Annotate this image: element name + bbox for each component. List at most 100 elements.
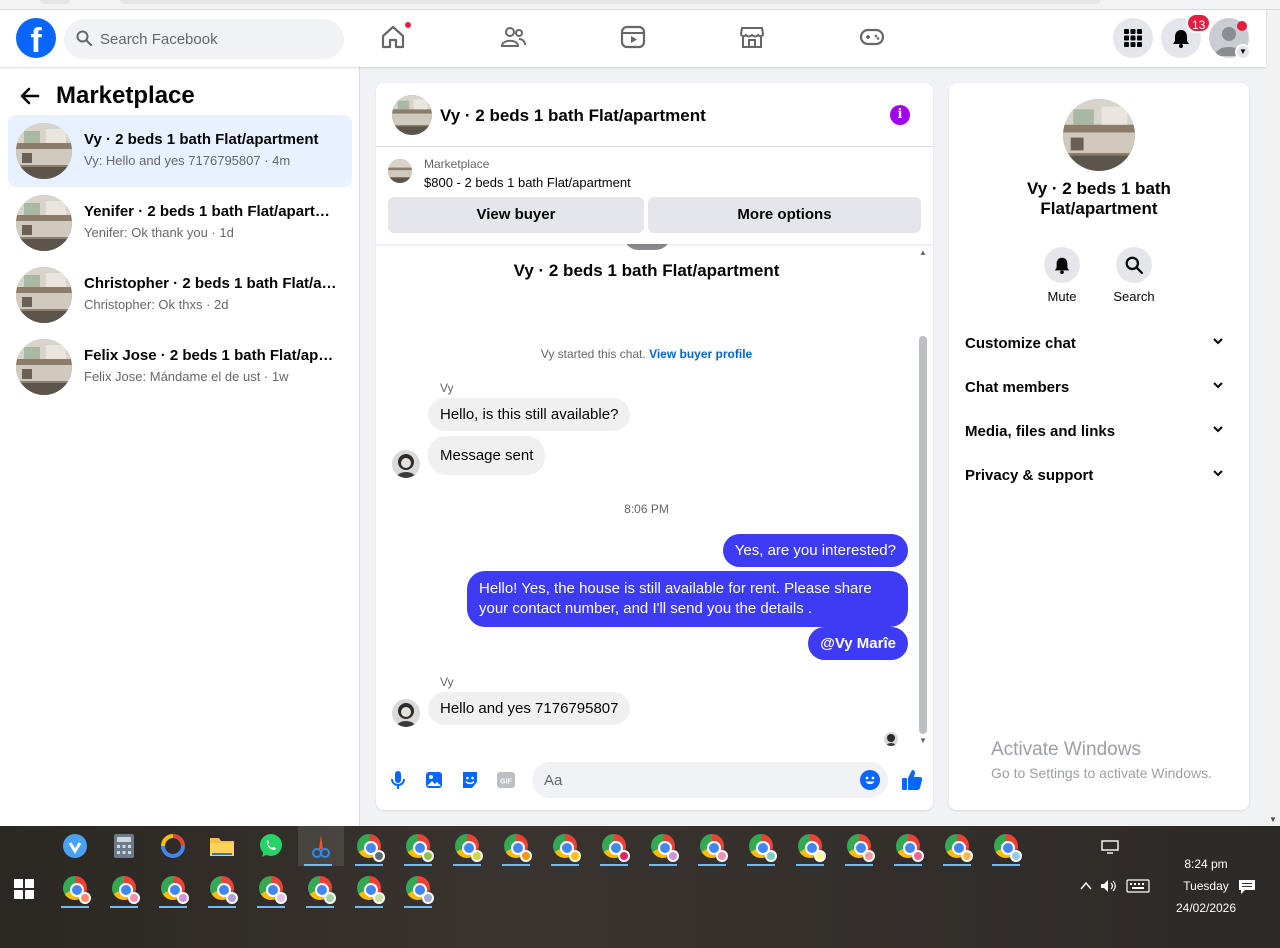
- gif-icon[interactable]: GIF: [496, 770, 516, 790]
- windows-start-icon[interactable]: [14, 879, 34, 899]
- view-buyer-button[interactable]: View buyer: [388, 197, 644, 233]
- media-files-links-row[interactable]: Media, files and links: [957, 410, 1241, 454]
- notification-center-icon[interactable]: [1238, 879, 1256, 895]
- browser-address-bar[interactable]: [120, 0, 1100, 4]
- taskbar-app-chrome[interactable]: [888, 826, 928, 866]
- incoming-message[interactable]: Hello and yes 7176795807: [428, 692, 631, 725]
- buyer-avatar[interactable]: [392, 699, 420, 727]
- microphone-icon[interactable]: [388, 770, 408, 790]
- conversation-preview: Felix Jose: Mándame el de ust · 1w: [84, 369, 289, 384]
- message-input[interactable]: [544, 762, 844, 798]
- taskbar-app-chrome[interactable]: [251, 868, 291, 908]
- chat-members-row[interactable]: Chat members: [957, 366, 1241, 410]
- clock-time[interactable]: 8:24 pm: [1156, 857, 1256, 871]
- taskbar-app-whatsapp[interactable]: [251, 826, 291, 866]
- taskbar-app-chrome[interactable]: [349, 868, 389, 908]
- outgoing-message[interactable]: Hello! Yes, the house is still available…: [467, 571, 908, 627]
- gaming-icon[interactable]: [859, 24, 887, 52]
- composer-field[interactable]: [532, 762, 888, 798]
- scroll-down-arrow-icon[interactable]: ▼: [1269, 815, 1277, 824]
- info-icon[interactable]: i: [890, 105, 910, 125]
- taskbar-app-chrome[interactable]: [349, 826, 389, 866]
- back-arrow-icon[interactable]: [20, 86, 40, 106]
- scrollbar-thumb[interactable]: [919, 336, 927, 734]
- video-icon[interactable]: [620, 24, 648, 52]
- chat-listing-thumbnail[interactable]: [392, 95, 432, 135]
- conversation-preview: Vy: Hello and yes 7176795807 · 4m: [84, 153, 291, 168]
- chevron-up-icon[interactable]: [1080, 881, 1092, 891]
- marketplace-icon[interactable]: [739, 24, 767, 52]
- more-options-button[interactable]: More options: [648, 197, 921, 233]
- mute-button[interactable]: Mute: [1032, 247, 1092, 304]
- sender-name: Vy: [440, 381, 454, 395]
- outgoing-message[interactable]: Yes, are you interested?: [722, 534, 908, 567]
- taskbar-app-chrome[interactable]: [398, 868, 438, 908]
- customize-chat-row[interactable]: Customize chat: [957, 322, 1241, 366]
- search-box[interactable]: [64, 19, 344, 59]
- taskbar-app-google[interactable]: [153, 826, 193, 866]
- taskbar-app-snipping-tool[interactable]: [298, 826, 344, 866]
- incoming-message[interactable]: Hello, is this still available?: [428, 398, 631, 431]
- chat-intro-name: Vy · 2 beds 1 bath Flat/apartment: [513, 261, 780, 280]
- conversation-item[interactable]: Felix Jose · 2 beds 1 bath Flat/apartmen…: [8, 331, 352, 403]
- taskbar-app-chrome[interactable]: [202, 868, 242, 908]
- taskbar-app-chrome[interactable]: [937, 826, 977, 866]
- scroll-down-arrow-icon[interactable]: ▼: [919, 736, 927, 745]
- conversation-item[interactable]: Vy · 2 beds 1 bath Flat/apartment Vy: He…: [8, 115, 352, 187]
- taskbar-app-chrome[interactable]: [496, 826, 536, 866]
- facebook-logo-icon[interactable]: f: [16, 18, 56, 58]
- taskbar-app-chrome[interactable]: [153, 868, 193, 908]
- conversation-title: Yenifer · 2 beds 1 bath Flat/apartment: [84, 203, 340, 220]
- view-buyer-profile-link[interactable]: View buyer profile: [649, 347, 752, 361]
- taskbar-app-chrome[interactable]: [692, 826, 732, 866]
- chat-title[interactable]: Vy · 2 beds 1 bath Flat/apartment: [440, 106, 706, 126]
- taskbar-app-chrome[interactable]: [55, 868, 95, 908]
- taskbar-app-chrome[interactable]: [986, 826, 1026, 866]
- conversation-item[interactable]: Yenifer · 2 beds 1 bath Flat/apartment Y…: [8, 187, 352, 259]
- incoming-message[interactable]: Message sent: [428, 436, 546, 475]
- scroll-up-arrow-icon[interactable]: ▲: [919, 248, 927, 257]
- listing-photo[interactable]: [1063, 99, 1135, 171]
- menu-grid-button[interactable]: [1113, 18, 1153, 58]
- taskbar-app-chrome[interactable]: [104, 868, 144, 908]
- taskbar-app-file-explorer[interactable]: [202, 826, 242, 866]
- taskbar-app-chrome[interactable]: [447, 826, 487, 866]
- taskbar-app-chrome[interactable]: [839, 826, 879, 866]
- browser-tab[interactable]: [40, 0, 70, 4]
- taskbar-app-chrome[interactable]: [398, 826, 438, 866]
- clock-date[interactable]: 24/02/2026: [1156, 901, 1256, 915]
- thumbs-up-icon[interactable]: [900, 768, 924, 792]
- page-scrollbar[interactable]: ▼: [1266, 10, 1280, 826]
- volume-icon[interactable]: [1100, 879, 1118, 893]
- taskbar-app-chrome[interactable]: [594, 826, 634, 866]
- conversation-title: Felix Jose · 2 beds 1 bath Flat/apartmen…: [84, 347, 340, 364]
- taskbar-app-chrome[interactable]: [545, 826, 585, 866]
- emoji-icon[interactable]: [860, 770, 880, 790]
- chat-started-notice: Vy started this chat. View buyer profile: [376, 347, 917, 361]
- search-input[interactable]: [100, 19, 330, 59]
- taskbar-app-bluestacks[interactable]: [55, 826, 95, 866]
- photo-icon[interactable]: [424, 770, 444, 790]
- taskbar-app-chrome[interactable]: [741, 826, 781, 866]
- listing-thumbnail: [16, 267, 72, 323]
- taskbar-app-chrome[interactable]: [643, 826, 683, 866]
- privacy-support-row[interactable]: Privacy & support: [957, 454, 1241, 498]
- sticker-icon[interactable]: [460, 770, 480, 790]
- info-listing-name: Vy · 2 beds 1 bath Flat/apartment: [1027, 179, 1171, 218]
- taskbar-app-chrome[interactable]: [790, 826, 830, 866]
- outgoing-mention-message[interactable]: @Vy Marîe: [808, 627, 908, 660]
- taskbar-app-calculator[interactable]: [104, 826, 144, 866]
- chevron-down-icon[interactable]: ▼: [1235, 44, 1251, 60]
- friends-icon[interactable]: [500, 24, 528, 52]
- keyboard-icon[interactable]: [1126, 879, 1150, 893]
- chrome-icon: [63, 876, 91, 904]
- home-icon[interactable]: [380, 21, 412, 52]
- taskbar-app-chrome[interactable]: [300, 868, 340, 908]
- conversation-item[interactable]: Christopher · 2 beds 1 bath Flat/apartme…: [8, 259, 352, 331]
- svg-text:GIF: GIF: [500, 779, 512, 786]
- listing-title[interactable]: $800 - 2 beds 1 bath Flat/apartment: [424, 175, 631, 190]
- buyer-avatar[interactable]: [392, 450, 420, 478]
- desktop-display-icon[interactable]: [1101, 840, 1119, 854]
- message-scrollbar[interactable]: ▲ ▼: [917, 248, 929, 745]
- search-in-chat-button[interactable]: Search: [1104, 247, 1164, 304]
